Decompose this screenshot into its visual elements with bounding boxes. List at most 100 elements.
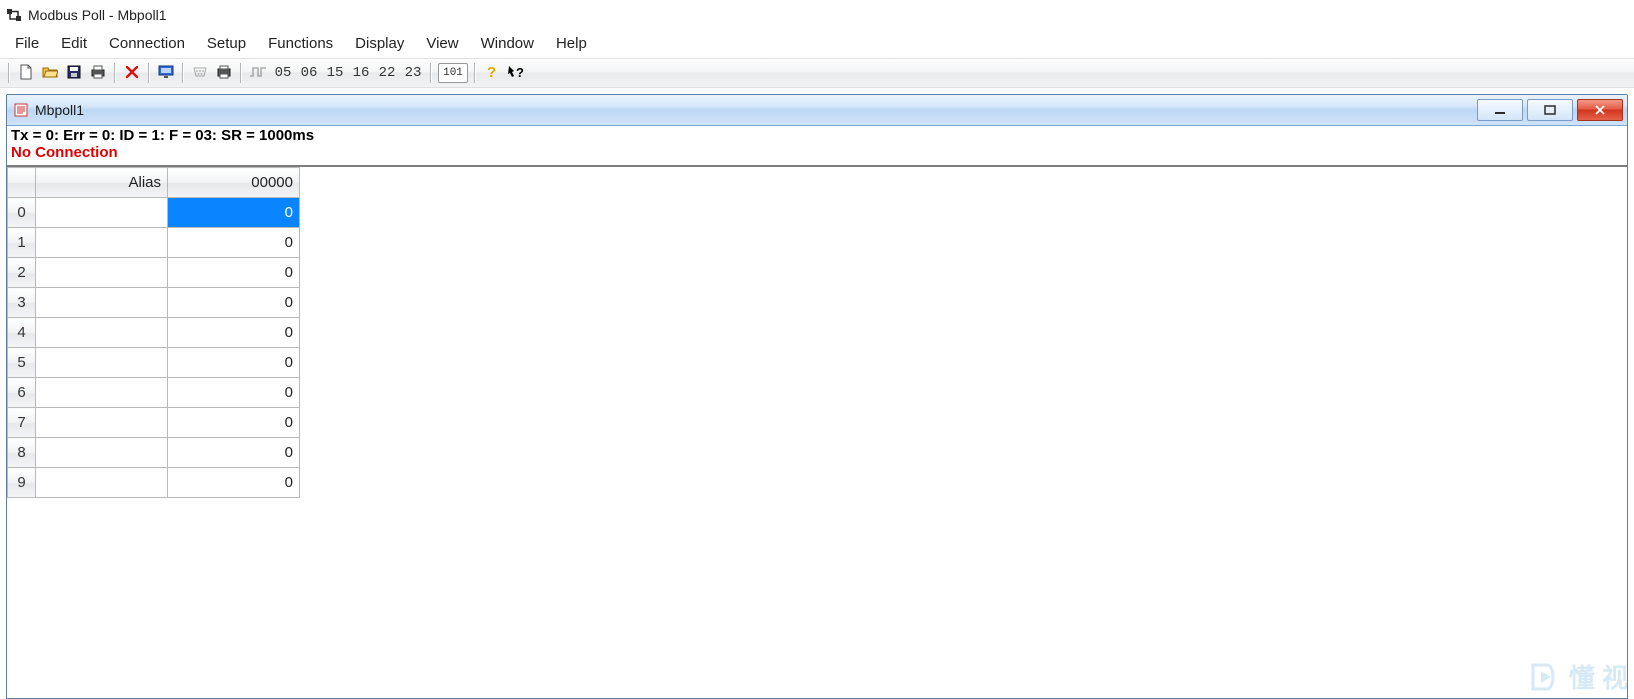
menu-display[interactable]: Display: [344, 33, 415, 54]
toolbar-separator: [114, 63, 116, 83]
disconnect-button[interactable]: [120, 61, 144, 85]
row-header[interactable]: 9: [8, 468, 36, 498]
address-box[interactable]: 101: [438, 63, 468, 83]
header-alias[interactable]: Alias: [36, 168, 168, 198]
cell-value[interactable]: 0: [168, 408, 300, 438]
document-icon: [13, 102, 29, 118]
register-table[interactable]: Alias 00000 00102030405060708090: [7, 167, 300, 498]
x-red-icon: [125, 65, 139, 82]
cell-value[interactable]: 0: [168, 468, 300, 498]
cell-alias[interactable]: [36, 438, 168, 468]
fn-code-label: 23: [405, 65, 422, 81]
cell-value[interactable]: 0: [168, 198, 300, 228]
cell-alias[interactable]: [36, 348, 168, 378]
row-header[interactable]: 6: [8, 378, 36, 408]
table-row[interactable]: 30: [8, 288, 300, 318]
table-row[interactable]: 90: [8, 468, 300, 498]
print-button[interactable]: [86, 61, 110, 85]
cell-value[interactable]: 0: [168, 438, 300, 468]
menu-edit[interactable]: Edit: [50, 33, 98, 54]
cell-alias[interactable]: [36, 228, 168, 258]
row-header[interactable]: 3: [8, 288, 36, 318]
help-button[interactable]: ?: [480, 61, 504, 85]
maximize-icon: [1544, 105, 1556, 115]
cell-alias[interactable]: [36, 318, 168, 348]
child-titlebar[interactable]: Mbpoll1: [7, 95, 1627, 126]
menu-connection[interactable]: Connection: [98, 33, 196, 54]
menu-functions[interactable]: Functions: [257, 33, 344, 54]
open-folder-icon: [42, 64, 58, 83]
printer2-icon: [216, 64, 232, 83]
table-row[interactable]: 70: [8, 408, 300, 438]
fn-16-button[interactable]: 16: [348, 61, 374, 85]
minimize-button[interactable]: [1477, 99, 1523, 121]
fn-code-label: 16: [353, 65, 370, 81]
minimize-icon: [1494, 105, 1506, 115]
close-button[interactable]: [1577, 99, 1623, 121]
child-window-controls: [1477, 99, 1625, 121]
table-row[interactable]: 40: [8, 318, 300, 348]
cell-value[interactable]: 0: [168, 228, 300, 258]
header-value[interactable]: 00000: [168, 168, 300, 198]
cell-alias[interactable]: [36, 408, 168, 438]
cell-alias[interactable]: [36, 288, 168, 318]
pulse-button[interactable]: [246, 61, 270, 85]
fn-code-label: 15: [327, 65, 344, 81]
whats-this-button[interactable]: ?: [504, 61, 528, 85]
open-button[interactable]: [38, 61, 62, 85]
fn-05-button[interactable]: 05: [270, 61, 296, 85]
row-header[interactable]: 0: [8, 198, 36, 228]
cell-value[interactable]: 0: [168, 348, 300, 378]
fn-code-label: 05: [275, 65, 292, 81]
monitor-button[interactable]: [154, 61, 178, 85]
cell-alias[interactable]: [36, 378, 168, 408]
main-titlebar: Modbus Poll - Mbpoll1: [0, 0, 1634, 30]
fn-23-button[interactable]: 23: [400, 61, 426, 85]
main-window-title: Modbus Poll - Mbpoll1: [28, 7, 167, 23]
cell-value[interactable]: 0: [168, 318, 300, 348]
menu-window[interactable]: Window: [470, 33, 545, 54]
new-file-icon: [18, 64, 34, 83]
row-header[interactable]: 7: [8, 408, 36, 438]
menu-file[interactable]: File: [4, 33, 50, 54]
menu-help[interactable]: Help: [545, 33, 598, 54]
row-header[interactable]: 4: [8, 318, 36, 348]
cell-value[interactable]: 0: [168, 258, 300, 288]
fn-22-button[interactable]: 22: [374, 61, 400, 85]
row-header[interactable]: 5: [8, 348, 36, 378]
table-row[interactable]: 00: [8, 198, 300, 228]
svg-text:?: ?: [487, 64, 496, 80]
fn-06-button[interactable]: 06: [296, 61, 322, 85]
register-grid: Alias 00000 00102030405060708090: [7, 165, 1627, 498]
new-button[interactable]: [14, 61, 38, 85]
cell-alias[interactable]: [36, 468, 168, 498]
cell-alias[interactable]: [36, 258, 168, 288]
cell-value[interactable]: 0: [168, 378, 300, 408]
pulse-icon: [249, 65, 267, 82]
row-header[interactable]: 8: [8, 438, 36, 468]
cell-value[interactable]: 0: [168, 288, 300, 318]
save-floppy-icon: [66, 64, 82, 83]
maximize-button[interactable]: [1527, 99, 1573, 121]
cell-alias[interactable]: [36, 198, 168, 228]
table-row[interactable]: 10: [8, 228, 300, 258]
row-header[interactable]: 1: [8, 228, 36, 258]
toolbar-separator: [8, 63, 10, 83]
no-connection-line: No Connection: [7, 144, 1627, 165]
printer-icon: [90, 64, 106, 83]
status-line: Tx = 0: Err = 0: ID = 1: F = 03: SR = 10…: [7, 126, 1627, 144]
table-row[interactable]: 20: [8, 258, 300, 288]
toolbar-separator: [474, 63, 476, 83]
save-button[interactable]: [62, 61, 86, 85]
row-header[interactable]: 2: [8, 258, 36, 288]
table-row[interactable]: 50: [8, 348, 300, 378]
table-row[interactable]: 80: [8, 438, 300, 468]
connect-tcp-button[interactable]: [212, 61, 236, 85]
table-row[interactable]: 60: [8, 378, 300, 408]
menubar: File Edit Connection Setup Functions Dis…: [0, 30, 1634, 56]
menu-setup[interactable]: Setup: [196, 33, 257, 54]
corner-header[interactable]: [8, 168, 36, 198]
connect-serial-button[interactable]: [188, 61, 212, 85]
fn-15-button[interactable]: 15: [322, 61, 348, 85]
menu-view[interactable]: View: [415, 33, 469, 54]
